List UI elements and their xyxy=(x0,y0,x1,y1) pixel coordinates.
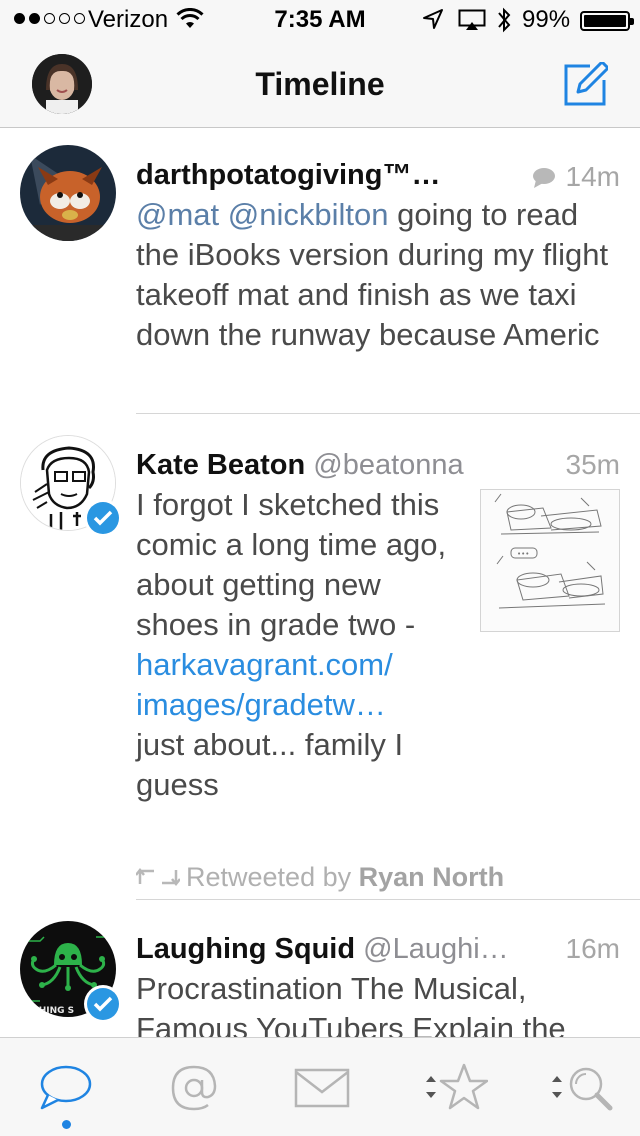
tweet-row[interactable]: UGHING S Laughing Squid @Laughi… 16m Pro… xyxy=(0,901,640,1037)
battery-icon xyxy=(580,11,634,31)
svg-text:•••: ••• xyxy=(517,550,529,558)
tab-timeline[interactable] xyxy=(2,1038,130,1136)
compose-tweet-button[interactable] xyxy=(562,60,610,108)
mention-link[interactable]: @mat xyxy=(136,197,219,232)
selected-indicator xyxy=(62,1120,71,1129)
mention-link[interactable]: @nickbilton xyxy=(228,197,389,232)
search-icon xyxy=(552,1067,613,1110)
tweet-text: Procrastination The Musical, Famous YouT… xyxy=(136,971,566,1037)
page-title: Timeline xyxy=(255,66,385,102)
author-handle[interactable]: @Laughi… xyxy=(363,933,509,965)
conversation-icon xyxy=(532,168,555,188)
tab-favorites[interactable] xyxy=(386,1038,514,1136)
tab-bar xyxy=(0,1037,640,1136)
row-divider xyxy=(136,413,640,414)
tweet-text: @mat @nickbilton going to read the iBook… xyxy=(136,197,609,352)
svg-text:UGHING S: UGHING S xyxy=(24,1006,74,1016)
verified-badge xyxy=(84,499,122,537)
favorites-icon xyxy=(426,1063,488,1109)
battery-percentage: 99% xyxy=(522,6,571,33)
retweeter-name[interactable]: Ryan North xyxy=(359,862,505,892)
tweet-row[interactable]: Kate Beaton @beatonna 35m I forgot I ske… xyxy=(0,415,640,901)
timeline-feed[interactable]: darthpotatogiving™… 14m @mat @nickbilton… xyxy=(0,129,640,1037)
tweet-row[interactable]: darthpotatogiving™… 14m @mat @nickbilton… xyxy=(0,129,640,415)
verified-badge xyxy=(84,985,122,1023)
timeline-icon xyxy=(40,1065,92,1109)
mentions-icon xyxy=(171,1065,217,1110)
location-arrow-icon xyxy=(422,8,444,37)
row-divider xyxy=(136,899,640,900)
tab-search[interactable] xyxy=(514,1038,640,1136)
author-handle[interactable]: @beatonna xyxy=(313,449,463,481)
tweet-text: I forgot I sketched this comic a long ti… xyxy=(136,485,461,805)
tweet-timestamp: 35m xyxy=(565,449,620,480)
tab-messages[interactable] xyxy=(258,1038,386,1136)
checkmark-icon xyxy=(93,510,113,526)
status-bar: Verizon 7:35 AM 99% xyxy=(0,0,640,40)
author-name[interactable]: Laughing Squid xyxy=(136,933,355,965)
navigation-bar: Timeline xyxy=(0,40,640,128)
tab-mentions[interactable] xyxy=(130,1038,258,1136)
media-thumbnail[interactable]: ••• xyxy=(480,489,620,632)
messages-icon xyxy=(294,1068,350,1107)
checkmark-icon xyxy=(93,996,113,1012)
author-avatar[interactable] xyxy=(20,145,116,241)
retweet-attribution: Retweeted by Ryan North xyxy=(135,859,505,895)
bluetooth-icon xyxy=(496,6,512,41)
compose-icon xyxy=(564,60,610,106)
retweet-icon xyxy=(135,867,181,887)
author-name[interactable]: darthpotatogiving™… xyxy=(136,159,440,191)
airplay-icon xyxy=(458,9,486,38)
url-link[interactable]: harkavagrant.com/ images/gradetw… xyxy=(136,645,461,725)
tweet-timestamp: 14m xyxy=(565,161,620,192)
tweet-timestamp: 16m xyxy=(565,933,620,964)
author-name[interactable]: Kate Beaton xyxy=(136,449,305,481)
